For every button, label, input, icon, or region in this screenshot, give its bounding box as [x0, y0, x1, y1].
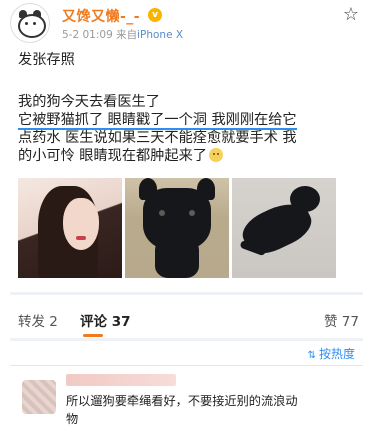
photo-dog-face[interactable]: [125, 178, 229, 278]
photo-woman[interactable]: [18, 178, 122, 278]
avatar-eye: [25, 22, 28, 25]
dog-eye: [159, 210, 165, 216]
user-avatar[interactable]: [10, 3, 50, 43]
dog-ear: [139, 178, 157, 200]
comment-text: 物: [66, 412, 79, 426]
post-device[interactable]: iPhone X: [137, 29, 183, 41]
commenter-name-redacted: [66, 374, 176, 386]
dog-body: [155, 238, 199, 278]
divider: [10, 338, 363, 341]
post-text-line: 点药水 医生说如果三天不能痊愈就要手术 我: [18, 130, 297, 146]
avatar-eye: [33, 22, 36, 25]
dog-head: [290, 186, 320, 212]
post-text-line: 发张存照: [18, 52, 75, 68]
divider: [10, 365, 363, 366]
tab-repost[interactable]: 转发 2: [18, 310, 58, 330]
tab-likes[interactable]: 赞 77: [324, 310, 359, 330]
star-icon[interactable]: ☆: [343, 4, 359, 25]
active-tab-indicator: [83, 334, 103, 337]
vip-badge-icon: v: [148, 8, 162, 22]
dog-eye: [189, 210, 195, 216]
photo-dog-lying[interactable]: [232, 178, 336, 278]
post-source-prefix: 来自: [116, 29, 138, 41]
post-text-line: 它被野猫抓了 眼睛戳了一个洞 我刚刚在给它: [18, 110, 297, 130]
photo-lips: [76, 236, 86, 240]
avatar-face: [18, 14, 46, 38]
username[interactable]: 又馋又懒-_-: [62, 6, 140, 26]
sort-button[interactable]: ⇅ 按热度: [308, 345, 355, 362]
commenter-avatar[interactable]: [22, 380, 56, 414]
dog-ear: [197, 178, 215, 200]
post-meta: 5-2 01:09 来自iPhone X: [62, 27, 183, 42]
divider: [10, 292, 363, 295]
post-time: 5-2 01:09: [62, 29, 113, 41]
tab-comments[interactable]: 评论 37: [80, 310, 131, 330]
post-text-line5: 的小可怜 眼睛现在都肿起来了: [18, 148, 207, 164]
post-text-line: 我的狗今天去看医生了: [18, 94, 160, 110]
sort-icon: ⇅: [307, 350, 316, 361]
likes-label: 赞 77: [324, 314, 359, 330]
photo-face: [63, 198, 99, 250]
comment-text: 所以遛狗要牵绳看好，不要接近别的流浪动: [66, 394, 298, 408]
sad-face-emoji-icon: [208, 148, 223, 162]
sort-label: 按热度: [318, 347, 355, 361]
post-text-line: 的小可怜 眼睛现在都肿起来了: [18, 146, 223, 166]
